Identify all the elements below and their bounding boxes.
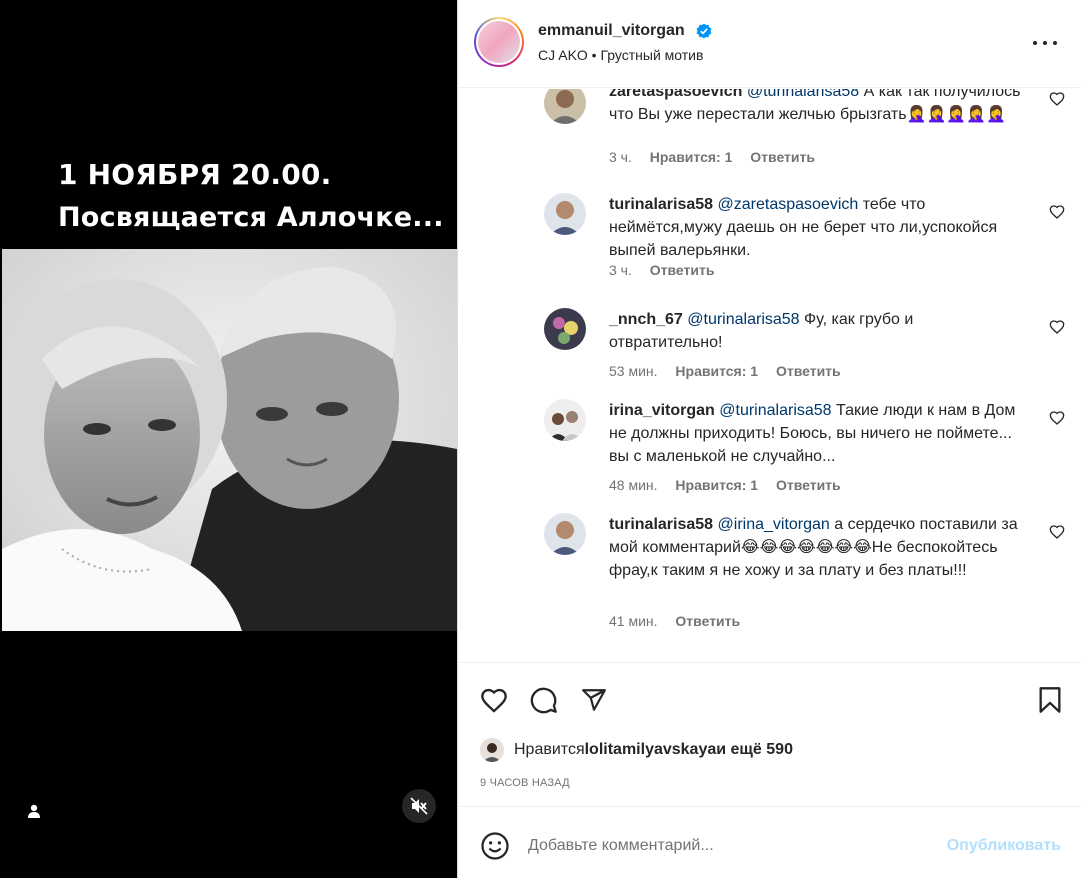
- comment-avatar[interactable]: [544, 399, 586, 441]
- likes-prefix: Нравится: [514, 741, 585, 758]
- liker-avatar: [480, 738, 504, 762]
- comment-composer: Опубликовать: [458, 807, 1081, 878]
- post-timestamp[interactable]: 9 ЧАСОВ НАЗАД: [480, 777, 570, 789]
- more-options-button[interactable]: [1033, 33, 1057, 53]
- comment-username[interactable]: irina_vitorgan: [609, 402, 715, 419]
- send-icon: [582, 689, 606, 711]
- comment-mention[interactable]: @turinalarisa58: [747, 89, 859, 100]
- post-details-panel: emmanuil_vitorgan CJ AKO • Грустный моти…: [457, 0, 1081, 878]
- comment-username[interactable]: turinalarisa58: [609, 196, 713, 213]
- comment-avatar[interactable]: [544, 193, 586, 235]
- share-button[interactable]: [578, 684, 610, 716]
- save-button[interactable]: [1034, 684, 1066, 716]
- likes-summary[interactable]: Нравится lolitamilyavskaya и ещё 590: [480, 738, 793, 762]
- comment-avatar[interactable]: [544, 89, 586, 124]
- comment-time[interactable]: 48 мин.: [609, 477, 658, 493]
- author-avatar[interactable]: [474, 17, 524, 67]
- comment-heart-icon[interactable]: [1049, 319, 1065, 335]
- comment-avatar[interactable]: [544, 308, 586, 350]
- emoji-smile-icon[interactable]: [480, 831, 510, 861]
- black-white-portrait-photo: [2, 249, 457, 631]
- heart-icon: [481, 688, 507, 713]
- comments-list[interactable]: zaretaspasoevich @turinalarisa58 А как т…: [458, 89, 1081, 662]
- comment-username[interactable]: _nnch_67: [609, 311, 683, 328]
- bookmark-icon: [1039, 687, 1061, 713]
- tagged-users-button[interactable]: [20, 797, 48, 825]
- mute-button[interactable]: [402, 789, 436, 823]
- comment-reply-button[interactable]: Ответить: [750, 149, 815, 165]
- post-actions-bar: [458, 680, 1081, 720]
- media-caption-date: 1 НОЯБРЯ 20.00.: [58, 158, 332, 191]
- comment-input[interactable]: [528, 834, 928, 858]
- comment-heart-icon[interactable]: [1049, 524, 1065, 540]
- comment-reply-button[interactable]: Ответить: [776, 363, 841, 379]
- comment-likes-count[interactable]: Нравится: 1: [675, 363, 758, 379]
- comment-username[interactable]: zaretaspasoevich: [609, 89, 742, 100]
- comment-mention[interactable]: @zaretaspasoevich: [718, 196, 859, 213]
- comment-icon: [530, 687, 557, 714]
- post-media[interactable]: 1 НОЯБРЯ 20.00. Посвящается Аллочке...: [0, 0, 457, 878]
- comment-mention[interactable]: @turinalarisa58: [719, 402, 831, 419]
- likes-others[interactable]: и ещё 590: [716, 741, 793, 759]
- media-caption-dedication: Посвящается Аллочке...: [58, 202, 444, 233]
- comment-username[interactable]: turinalarisa58: [609, 516, 713, 533]
- user-icon: [28, 804, 40, 818]
- comment-time[interactable]: 41 мин.: [609, 613, 658, 629]
- comment-likes-count[interactable]: Нравится: 1: [675, 477, 758, 493]
- audio-track-link[interactable]: CJ AKO • Грустный мотив: [538, 47, 703, 63]
- publish-button[interactable]: Опубликовать: [947, 837, 1061, 855]
- comment-time[interactable]: 3 ч.: [609, 262, 632, 278]
- comment-heart-icon[interactable]: [1049, 410, 1065, 426]
- comment-reply-button[interactable]: Ответить: [776, 477, 841, 493]
- author-username[interactable]: emmanuil_vitorgan: [538, 22, 685, 40]
- comment-mention[interactable]: @irina_vitorgan: [718, 516, 830, 533]
- comment-mention[interactable]: @turinalarisa58: [687, 311, 799, 328]
- more-horizontal-icon: [1033, 41, 1037, 45]
- comment-likes-count[interactable]: Нравится: 1: [650, 149, 733, 165]
- comment-time[interactable]: 3 ч.: [609, 149, 632, 165]
- comment-heart-icon[interactable]: [1049, 91, 1065, 107]
- comment-reply-button[interactable]: Ответить: [650, 262, 715, 278]
- comment-heart-icon[interactable]: [1049, 204, 1065, 220]
- verified-badge-icon: [696, 23, 712, 39]
- comment-button[interactable]: [528, 684, 560, 716]
- liker-username[interactable]: lolitamilyavskaya: [585, 741, 717, 759]
- post-photo: [2, 249, 457, 631]
- post-header: emmanuil_vitorgan CJ AKO • Грустный моти…: [458, 0, 1081, 88]
- comment-reply-button[interactable]: Ответить: [675, 613, 740, 629]
- speaker-muted-icon: [410, 797, 428, 815]
- comment-time[interactable]: 53 мин.: [609, 363, 658, 379]
- comment-avatar[interactable]: [544, 513, 586, 555]
- like-button[interactable]: [478, 684, 510, 716]
- section-divider: [458, 662, 1081, 663]
